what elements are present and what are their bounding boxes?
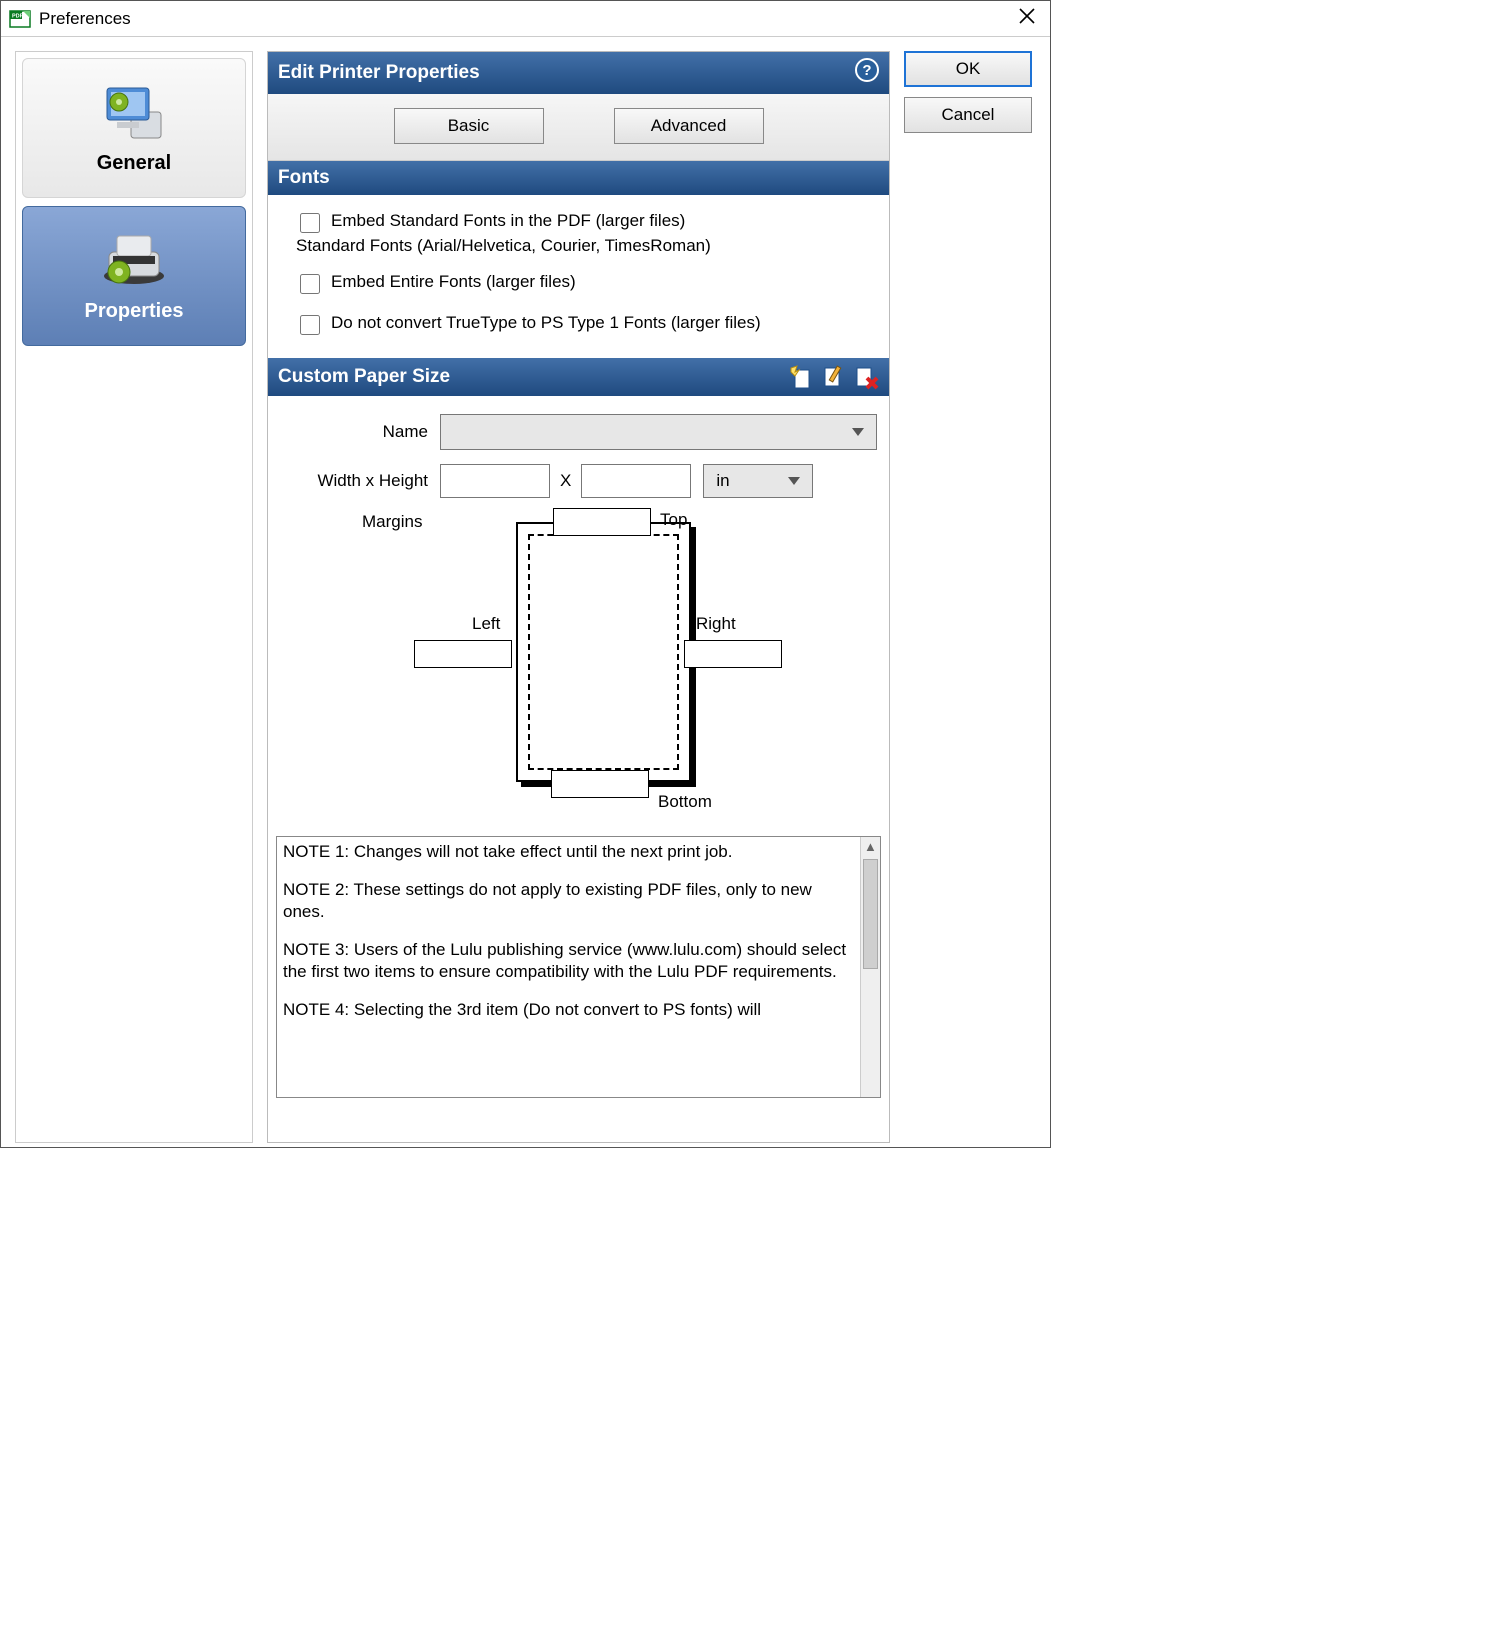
input-margin-top[interactable]: [553, 508, 651, 536]
preferences-window: PDF Preferences General Properties: [0, 0, 1051, 1148]
ok-button[interactable]: OK: [904, 51, 1032, 87]
main-panel: Edit Printer Properties ? Basic Advanced…: [267, 51, 890, 1143]
label-x: X: [560, 471, 571, 491]
note-2: NOTE 2: These settings do not apply to e…: [283, 879, 854, 923]
note-3: NOTE 3: Users of the Lulu publishing ser…: [283, 939, 854, 983]
label-standard-sub: Standard Fonts (Arial/Helvetica, Courier…: [296, 236, 861, 256]
svg-text:PDF: PDF: [12, 13, 24, 19]
input-margin-left[interactable]: [414, 640, 512, 668]
label-left: Left: [472, 614, 500, 634]
unit-value: in: [716, 471, 729, 491]
scroll-up-icon[interactable]: ▲: [864, 839, 877, 854]
sidebar: General Properties: [15, 51, 253, 1143]
monitor-gear-icon: [99, 82, 169, 144]
note-4: NOTE 4: Selecting the 3rd item (Do not c…: [283, 999, 854, 1021]
header-title: Edit Printer Properties: [278, 62, 480, 84]
dialog-buttons: OK Cancel: [904, 51, 1036, 1143]
tab-basic[interactable]: Basic: [394, 108, 544, 144]
notes-box: NOTE 1: Changes will not take effect unt…: [276, 836, 881, 1098]
edit-paper-icon[interactable]: [821, 364, 847, 390]
close-icon[interactable]: [1012, 7, 1042, 30]
paper-body: Name Width x Height X in Margins T: [268, 396, 889, 828]
input-height[interactable]: [581, 464, 691, 498]
checkbox-embed-entire[interactable]: [300, 274, 320, 294]
pdf-app-icon: PDF: [9, 8, 31, 30]
checkbox-embed-standard[interactable]: [300, 213, 320, 233]
header-edit-printer-properties: Edit Printer Properties ?: [268, 52, 889, 94]
scroll-thumb[interactable]: [863, 859, 878, 969]
sidebar-label-general: General: [97, 152, 171, 175]
titlebar: PDF Preferences: [1, 1, 1050, 37]
new-paper-icon[interactable]: [789, 364, 815, 390]
input-width[interactable]: [440, 464, 550, 498]
label-no-convert: Do not convert TrueType to PS Type 1 Fon…: [331, 313, 761, 333]
combo-unit[interactable]: in: [703, 464, 813, 498]
notes-scrollbar[interactable]: ▲: [860, 837, 880, 1097]
label-top: Top: [660, 510, 687, 530]
label-embed-entire: Embed Entire Fonts (larger files): [331, 272, 576, 292]
tab-row: Basic Advanced: [268, 94, 889, 161]
sidebar-label-properties: Properties: [85, 300, 184, 323]
window-title: Preferences: [39, 9, 1012, 29]
delete-paper-icon[interactable]: [853, 364, 879, 390]
tab-advanced[interactable]: Advanced: [614, 108, 764, 144]
printer-gear-icon: [99, 230, 169, 292]
custom-paper-label: Custom Paper Size: [278, 366, 450, 388]
header-fonts: Fonts: [268, 161, 889, 195]
help-icon[interactable]: ?: [855, 58, 879, 88]
label-width-height: Width x Height: [280, 471, 428, 491]
combo-paper-name[interactable]: [440, 414, 877, 450]
fonts-header-label: Fonts: [278, 167, 330, 189]
checkbox-no-convert[interactable]: [300, 315, 320, 335]
sidebar-item-properties[interactable]: Properties: [22, 206, 246, 346]
header-custom-paper: Custom Paper Size: [268, 358, 889, 396]
svg-text:?: ?: [862, 62, 871, 79]
margins-diagram: Margins Top Left Right Bottom: [280, 512, 877, 824]
input-margin-right[interactable]: [684, 640, 782, 668]
label-margins: Margins: [362, 512, 422, 532]
label-name: Name: [280, 422, 428, 442]
cancel-button[interactable]: Cancel: [904, 97, 1032, 133]
label-right: Right: [696, 614, 736, 634]
input-margin-bottom[interactable]: [551, 770, 649, 798]
label-embed-standard: Embed Standard Fonts in the PDF (larger …: [331, 211, 685, 231]
label-bottom: Bottom: [658, 792, 712, 812]
fonts-body: Embed Standard Fonts in the PDF (larger …: [268, 195, 889, 358]
sidebar-item-general[interactable]: General: [22, 58, 246, 198]
notes-text: NOTE 1: Changes will not take effect unt…: [277, 837, 860, 1097]
page-preview: [516, 522, 691, 782]
note-1: NOTE 1: Changes will not take effect unt…: [283, 841, 854, 863]
